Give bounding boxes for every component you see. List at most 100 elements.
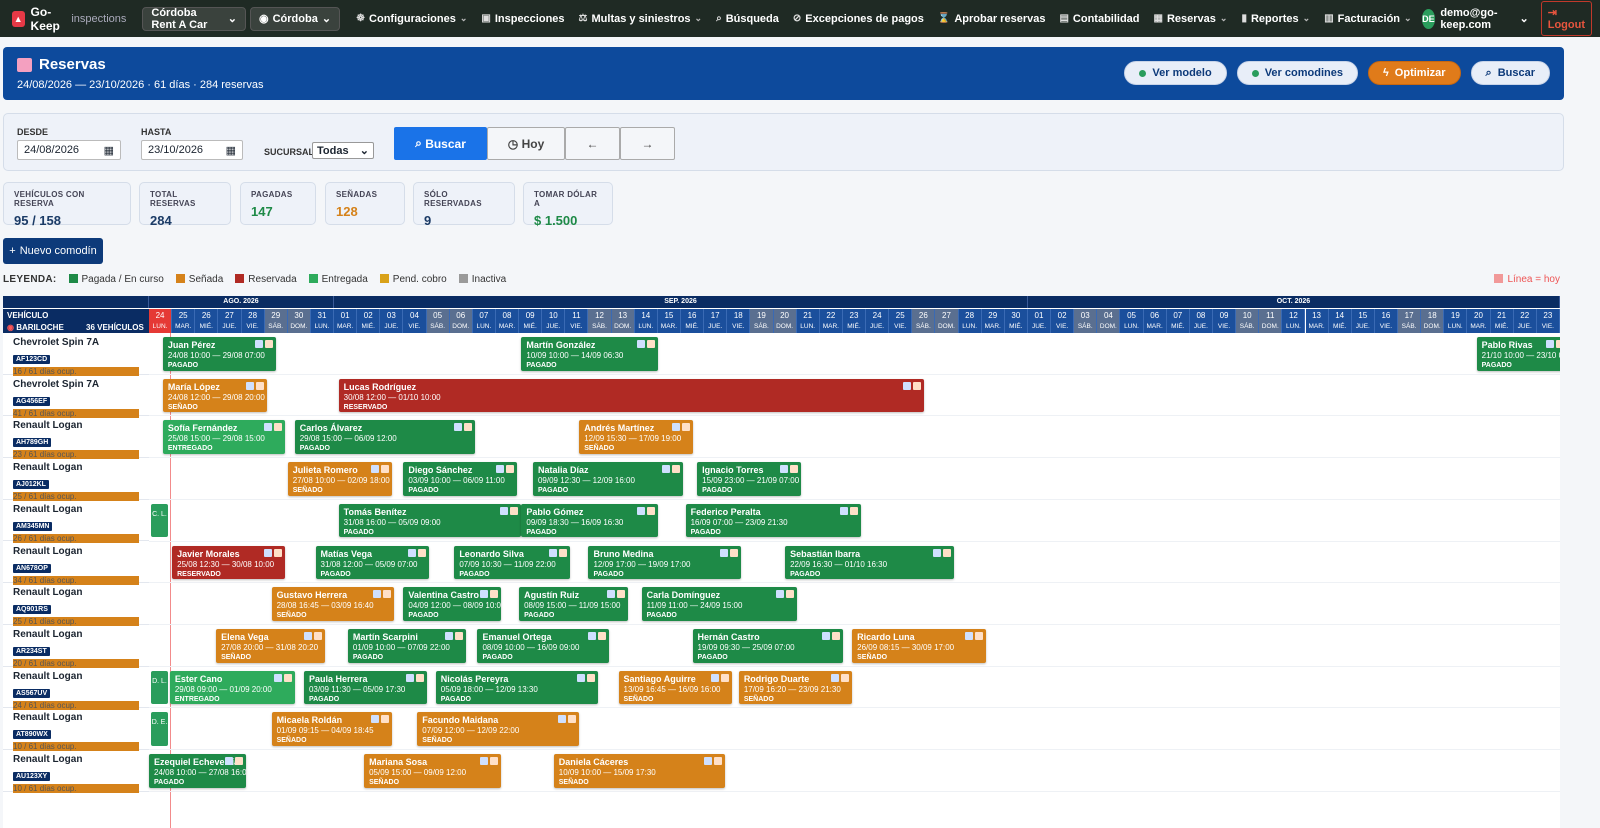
info-icon[interactable] bbox=[780, 465, 789, 474]
note-icon[interactable] bbox=[785, 590, 794, 599]
vehicle-row[interactable]: Renault Logan AH789GH 23 / 61 días ocup. bbox=[3, 416, 149, 460]
note-icon[interactable] bbox=[313, 631, 322, 640]
note-icon[interactable] bbox=[489, 757, 498, 765]
booking-block[interactable]: Pablo Gómez 09/09 18:30 — 16/09 16:30 PAGA… bbox=[521, 503, 658, 538]
note-icon[interactable] bbox=[720, 673, 729, 682]
booking-block[interactable]: Sofía Fernández 25/08 15:00 — 29/08 15:00… bbox=[162, 420, 286, 455]
nav-item-6[interactable]: ▤ Contabilidad bbox=[1053, 13, 1145, 25]
info-icon[interactable] bbox=[495, 465, 504, 474]
note-icon[interactable] bbox=[380, 715, 389, 724]
vehicle-row[interactable]: Renault Logan AN678OP 34 / 61 días ocup. bbox=[3, 542, 149, 585]
nav-item-2[interactable]: ⚖ Multas y siniestros ⌄ bbox=[573, 13, 709, 25]
vehicle-row[interactable]: Renault Logan AJ012KL 25 / 61 días ocup. bbox=[3, 458, 149, 502]
booking-block[interactable]: Juan Pérez 24/08 10:00 — 29/08 07:00 PAGAD… bbox=[162, 337, 277, 371]
note-icon[interactable] bbox=[975, 631, 984, 640]
nav-item-7[interactable]: ▦ Reservas ⌄ bbox=[1148, 13, 1234, 25]
note-icon[interactable] bbox=[464, 423, 473, 432]
note-icon[interactable] bbox=[383, 590, 392, 599]
booking-block[interactable]: Pablo Rivas21/10 10:00 — 23/10 07:00PAGA… bbox=[1476, 337, 1560, 371]
booking-block[interactable]: Rodrigo Duarte 17/09 16:20 — 23/09 21:30 S… bbox=[738, 670, 853, 705]
info-icon[interactable] bbox=[703, 757, 712, 765]
note-icon[interactable] bbox=[942, 548, 951, 557]
note-icon[interactable] bbox=[841, 673, 850, 682]
booking-block[interactable]: Nicolás Pereyra 05/09 18:00 — 12/09 13:30… bbox=[435, 670, 598, 705]
hoy-button[interactable]: ◷ Hoy bbox=[487, 127, 565, 160]
mini-block[interactable]: C. L. bbox=[151, 503, 168, 538]
note-icon[interactable] bbox=[790, 465, 799, 474]
booking-block[interactable]: Paula Herrera 03/09 11:30 — 05/09 17:30 PA… bbox=[303, 670, 427, 705]
info-icon[interactable] bbox=[671, 423, 680, 432]
ver-comodines-button[interactable]: Ver comodines bbox=[1236, 61, 1358, 85]
note-icon[interactable] bbox=[417, 548, 426, 557]
booking-block[interactable]: Emanuel Ortega 08/09 10:00 — 16/09 09:00 P… bbox=[477, 628, 610, 663]
info-icon[interactable] bbox=[479, 757, 488, 765]
info-icon[interactable] bbox=[370, 465, 379, 474]
info-icon[interactable] bbox=[902, 381, 911, 390]
nav-item-1[interactable]: ▣ Inspecciones bbox=[475, 13, 570, 25]
note-icon[interactable] bbox=[850, 506, 859, 515]
booking-block[interactable]: Martín Scarpini 01/09 10:00 — 07/09 22:00… bbox=[347, 628, 466, 663]
info-icon[interactable] bbox=[636, 506, 645, 515]
info-icon[interactable] bbox=[710, 673, 719, 682]
info-icon[interactable] bbox=[606, 590, 615, 599]
booking-block[interactable]: Martín González 10/09 10:00 — 14/09 06:30… bbox=[521, 337, 658, 371]
buscar-button[interactable]: ⌕ Buscar bbox=[394, 127, 487, 160]
info-icon[interactable] bbox=[558, 715, 567, 724]
note-icon[interactable] bbox=[235, 757, 244, 765]
info-icon[interactable] bbox=[720, 548, 729, 557]
info-icon[interactable] bbox=[370, 715, 379, 724]
note-icon[interactable] bbox=[274, 423, 283, 432]
optimizar-button[interactable]: ϟ Optimizar bbox=[1367, 61, 1461, 85]
booking-block[interactable]: Lucas Rodríguez 30/08 12:00 — 01/10 10:00… bbox=[338, 378, 924, 413]
booking-block[interactable]: Valentina Castro 04/09 12:00 — 08/09 10:0… bbox=[403, 587, 501, 621]
info-icon[interactable] bbox=[965, 631, 974, 640]
prev-button[interactable]: ← bbox=[565, 127, 620, 160]
booking-block[interactable]: Ezequiel Echeverría 24/08 10:00 — 27/08 1… bbox=[149, 754, 247, 788]
info-icon[interactable] bbox=[548, 548, 557, 557]
ver-modelo-button[interactable]: Ver modelo bbox=[1124, 61, 1227, 85]
note-icon[interactable] bbox=[510, 506, 519, 515]
nav-item-0[interactable]: ☸ Configuraciones ⌄ bbox=[350, 13, 473, 25]
info-icon[interactable] bbox=[479, 590, 488, 599]
booking-block[interactable]: Federico Peralta 16/09 07:00 — 23/09 21:3… bbox=[685, 503, 862, 538]
info-icon[interactable] bbox=[264, 423, 273, 432]
vehicle-row[interactable]: Chevrolet Spin 7A AF123CD 16 / 61 días ocu… bbox=[3, 333, 149, 376]
nav-item-9[interactable]: ▥ Facturación ⌄ bbox=[1318, 13, 1417, 25]
booking-block[interactable]: Sebastián Ibarra 22/09 16:30 — 01/10 16:3… bbox=[785, 545, 954, 580]
note-icon[interactable] bbox=[598, 631, 607, 640]
mini-block[interactable]: D. L. bbox=[151, 670, 168, 705]
booking-block[interactable]: Julieta Romero 27/08 10:00 — 02/09 18:00 S… bbox=[287, 462, 392, 496]
nav-item-3[interactable]: ⌕ Búsqueda bbox=[710, 13, 785, 25]
note-icon[interactable] bbox=[646, 506, 655, 515]
info-icon[interactable] bbox=[588, 631, 597, 640]
booking-block[interactable]: María López 24/08 12:00 — 29/08 20:00 SEÑA… bbox=[162, 378, 267, 413]
vehicle-row[interactable]: Renault Logan AQ901RS 25 / 61 días ocup. bbox=[3, 583, 149, 627]
vehicle-row[interactable]: Renault Logan AT890WX 10 / 61 días ocup. bbox=[3, 708, 149, 752]
info-icon[interactable] bbox=[273, 673, 282, 682]
booking-block[interactable]: Hernán Castro 19/09 09:30 — 25/09 07:00 PA… bbox=[692, 628, 843, 663]
booking-block[interactable]: Agustín Ruiz 08/09 15:00 — 11/09 15:00 PAG… bbox=[519, 587, 628, 621]
info-icon[interactable] bbox=[303, 631, 312, 640]
note-icon[interactable] bbox=[558, 548, 567, 557]
note-icon[interactable] bbox=[568, 715, 577, 724]
nuevo-comodin-button[interactable]: + Nuevo comodín bbox=[3, 238, 103, 264]
booking-block[interactable]: Ester Cano 29/08 09:00 — 01/09 20:00 ENTRE… bbox=[169, 670, 295, 705]
nav-item-4[interactable]: ⊘ Excepciones de pagos bbox=[787, 13, 930, 25]
nav-item-5[interactable]: ⌛ Aprobar reservas bbox=[932, 13, 1052, 25]
note-icon[interactable] bbox=[831, 631, 840, 640]
vehicle-row[interactable]: Renault Logan AU123XY 10 / 61 días ocup. bbox=[3, 750, 149, 793]
note-icon[interactable] bbox=[489, 590, 498, 599]
note-icon[interactable] bbox=[672, 465, 681, 474]
note-icon[interactable] bbox=[730, 548, 739, 557]
note-icon[interactable] bbox=[415, 673, 424, 682]
note-icon[interactable] bbox=[505, 465, 514, 474]
note-icon[interactable] bbox=[616, 590, 625, 599]
booking-block[interactable]: Elena Vega 27/08 20:00 — 31/08 20:20 SEÑAD… bbox=[216, 628, 325, 663]
booking-block[interactable]: Matías Vega 31/08 12:00 — 05/09 07:00 PAGA… bbox=[315, 545, 429, 580]
info-icon[interactable] bbox=[454, 423, 463, 432]
booking-block[interactable]: Micaela Roldán 01/09 09:15 — 04/09 18:45 S… bbox=[271, 712, 392, 746]
logout-button[interactable]: ⇥ Logout bbox=[1540, 1, 1592, 36]
booking-block[interactable]: Diego Sánchez 03/09 10:00 — 06/09 11:00 PA… bbox=[403, 462, 517, 496]
vehicle-row[interactable]: Renault Logan AM345MN 26 / 61 días ocup. bbox=[3, 500, 149, 543]
info-icon[interactable] bbox=[662, 465, 671, 474]
